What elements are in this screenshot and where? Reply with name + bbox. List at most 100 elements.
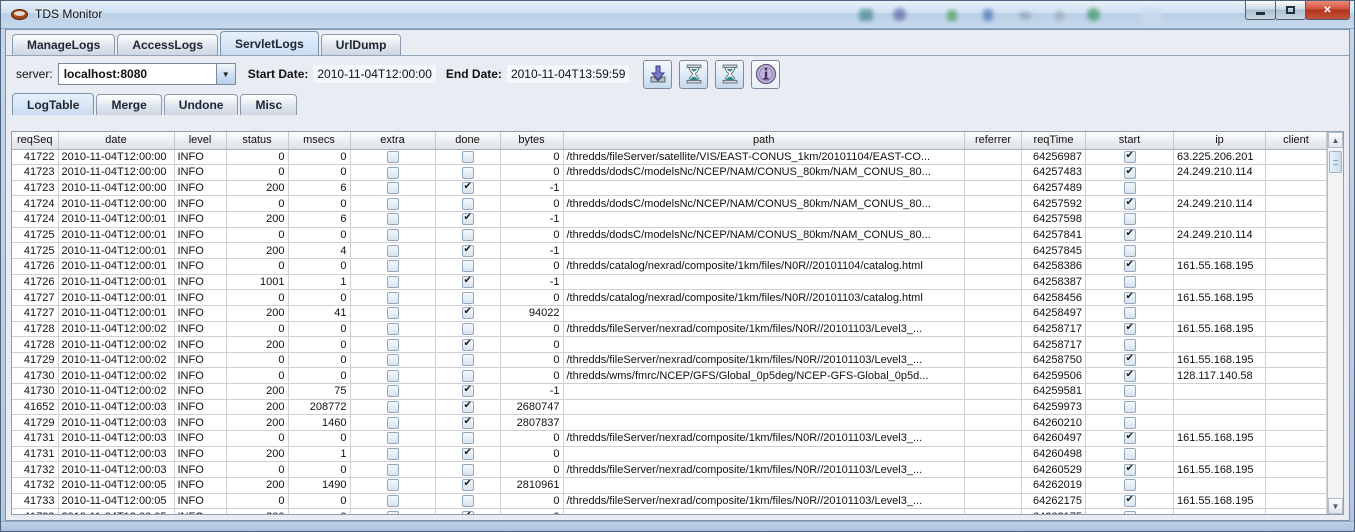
cell-client[interactable] bbox=[1266, 165, 1327, 181]
cell-path[interactable] bbox=[563, 415, 965, 431]
table-row[interactable]: 417272010-11-04T12:00:01INFO200419402264… bbox=[12, 305, 1327, 321]
cell-reqTime[interactable]: 64259506 bbox=[1022, 368, 1086, 384]
cell-referrer[interactable] bbox=[965, 493, 1022, 509]
cell-level[interactable]: INFO bbox=[174, 477, 226, 493]
cell-reqSeq[interactable]: 41730 bbox=[12, 384, 58, 400]
cell-status[interactable]: 200 bbox=[226, 477, 288, 493]
cell-bytes[interactable]: 0 bbox=[500, 227, 563, 243]
cell-level[interactable]: INFO bbox=[174, 258, 226, 274]
cell-bytes[interactable]: -1 bbox=[500, 243, 563, 259]
cell-msecs[interactable]: 208772 bbox=[288, 399, 350, 415]
cell-start[interactable] bbox=[1086, 290, 1174, 306]
cell-date[interactable]: 2010-11-04T12:00:01 bbox=[58, 274, 174, 290]
cell-client[interactable] bbox=[1266, 196, 1327, 212]
cell-msecs[interactable]: 1 bbox=[288, 274, 350, 290]
cell-path[interactable]: /thredds/dodsC/modelsNc/NCEP/NAM/CONUS_8… bbox=[563, 227, 965, 243]
cell-bytes[interactable]: 0 bbox=[500, 337, 563, 353]
cell-reqSeq[interactable]: 41732 bbox=[12, 477, 58, 493]
column-header-bytes[interactable]: bytes bbox=[500, 132, 563, 149]
table-row[interactable]: 417222010-11-04T12:00:00INFO000/thredds/… bbox=[12, 149, 1327, 165]
cell-extra[interactable] bbox=[350, 305, 435, 321]
cell-referrer[interactable] bbox=[965, 305, 1022, 321]
cell-path[interactable]: /thredds/catalog/nexrad/composite/1km/fi… bbox=[563, 258, 965, 274]
cell-path[interactable]: /thredds/dodsC/modelsNc/NCEP/NAM/CONUS_8… bbox=[563, 165, 965, 181]
cell-bytes[interactable]: 0 bbox=[500, 149, 563, 165]
cell-referrer[interactable] bbox=[965, 165, 1022, 181]
cell-ip[interactable]: 161.55.168.195 bbox=[1174, 258, 1266, 274]
cell-referrer[interactable] bbox=[965, 384, 1022, 400]
cell-status[interactable]: 0 bbox=[226, 258, 288, 274]
cell-reqSeq[interactable]: 41728 bbox=[12, 337, 58, 353]
cell-path[interactable]: /thredds/fileServer/nexrad/composite/1km… bbox=[563, 493, 965, 509]
tab-misc[interactable]: Misc bbox=[240, 94, 297, 115]
cell-date[interactable]: 2010-11-04T12:00:03 bbox=[58, 415, 174, 431]
tab-managelogs[interactable]: ManageLogs bbox=[12, 34, 115, 55]
cell-status[interactable]: 0 bbox=[226, 165, 288, 181]
cell-path[interactable] bbox=[563, 509, 965, 514]
tab-accesslogs[interactable]: AccessLogs bbox=[117, 34, 218, 55]
close-button[interactable]: ✕ bbox=[1305, 1, 1350, 20]
cell-done[interactable] bbox=[435, 509, 500, 514]
cell-path[interactable] bbox=[563, 384, 965, 400]
cell-status[interactable]: 200 bbox=[226, 305, 288, 321]
column-header-start[interactable]: start bbox=[1086, 132, 1174, 149]
cell-msecs[interactable]: 41 bbox=[288, 305, 350, 321]
cell-bytes[interactable]: 0 bbox=[500, 321, 563, 337]
cell-path[interactable] bbox=[563, 446, 965, 462]
cell-extra[interactable] bbox=[350, 274, 435, 290]
cell-level[interactable]: INFO bbox=[174, 227, 226, 243]
table-row[interactable]: 417322010-11-04T12:00:05INFO200149028109… bbox=[12, 477, 1327, 493]
cell-client[interactable] bbox=[1266, 290, 1327, 306]
cell-extra[interactable] bbox=[350, 446, 435, 462]
cell-done[interactable] bbox=[435, 196, 500, 212]
cell-reqSeq[interactable]: 41727 bbox=[12, 305, 58, 321]
cell-start[interactable] bbox=[1086, 305, 1174, 321]
cell-level[interactable]: INFO bbox=[174, 462, 226, 478]
cell-level[interactable]: INFO bbox=[174, 165, 226, 181]
cell-bytes[interactable]: 0 bbox=[500, 368, 563, 384]
cell-date[interactable]: 2010-11-04T12:00:03 bbox=[58, 399, 174, 415]
cell-path[interactable] bbox=[563, 212, 965, 228]
table-row[interactable]: 417252010-11-04T12:00:01INFO000/thredds/… bbox=[12, 227, 1327, 243]
cell-msecs[interactable]: 0 bbox=[288, 165, 350, 181]
cell-reqSeq[interactable]: 41724 bbox=[12, 212, 58, 228]
cell-status[interactable]: 0 bbox=[226, 149, 288, 165]
cell-msecs[interactable]: 0 bbox=[288, 321, 350, 337]
cell-ip[interactable]: 161.55.168.195 bbox=[1174, 431, 1266, 447]
cell-status[interactable]: 200 bbox=[226, 399, 288, 415]
cell-reqTime[interactable]: 64257598 bbox=[1022, 212, 1086, 228]
cell-status[interactable]: 0 bbox=[226, 368, 288, 384]
table-row[interactable]: 417332010-11-04T12:00:05INFO200006426217… bbox=[12, 509, 1327, 514]
table-row[interactable]: 417282010-11-04T12:00:02INFO200006425871… bbox=[12, 337, 1327, 353]
cell-date[interactable]: 2010-11-04T12:00:01 bbox=[58, 243, 174, 259]
column-header-msecs[interactable]: msecs bbox=[288, 132, 350, 149]
cell-msecs[interactable]: 6 bbox=[288, 212, 350, 228]
cell-start[interactable] bbox=[1086, 368, 1174, 384]
cell-bytes[interactable]: 0 bbox=[500, 196, 563, 212]
cell-date[interactable]: 2010-11-04T12:00:05 bbox=[58, 509, 174, 514]
cell-client[interactable] bbox=[1266, 212, 1327, 228]
hourglass-end-button[interactable] bbox=[715, 60, 744, 89]
cell-msecs[interactable]: 0 bbox=[288, 368, 350, 384]
cell-status[interactable]: 1001 bbox=[226, 274, 288, 290]
cell-reqTime[interactable]: 64262175 bbox=[1022, 493, 1086, 509]
cell-status[interactable]: 0 bbox=[226, 431, 288, 447]
cell-bytes[interactable]: -1 bbox=[500, 274, 563, 290]
cell-reqSeq[interactable]: 41652 bbox=[12, 399, 58, 415]
cell-ip[interactable]: 24.249.210.114 bbox=[1174, 227, 1266, 243]
cell-msecs[interactable]: 1 bbox=[288, 446, 350, 462]
cell-path[interactable] bbox=[563, 399, 965, 415]
cell-date[interactable]: 2010-11-04T12:00:01 bbox=[58, 290, 174, 306]
cell-extra[interactable] bbox=[350, 180, 435, 196]
cell-ip[interactable] bbox=[1174, 384, 1266, 400]
cell-client[interactable] bbox=[1266, 368, 1327, 384]
cell-extra[interactable] bbox=[350, 227, 435, 243]
cell-reqSeq[interactable]: 41728 bbox=[12, 321, 58, 337]
table-row[interactable]: 417242010-11-04T12:00:00INFO000/thredds/… bbox=[12, 196, 1327, 212]
scroll-down-icon[interactable]: ▼ bbox=[1328, 498, 1343, 514]
cell-date[interactable]: 2010-11-04T12:00:02 bbox=[58, 337, 174, 353]
cell-msecs[interactable]: 0 bbox=[288, 352, 350, 368]
cell-ip[interactable] bbox=[1174, 446, 1266, 462]
column-header-ip[interactable]: ip bbox=[1174, 132, 1266, 149]
cell-reqSeq[interactable]: 41724 bbox=[12, 196, 58, 212]
